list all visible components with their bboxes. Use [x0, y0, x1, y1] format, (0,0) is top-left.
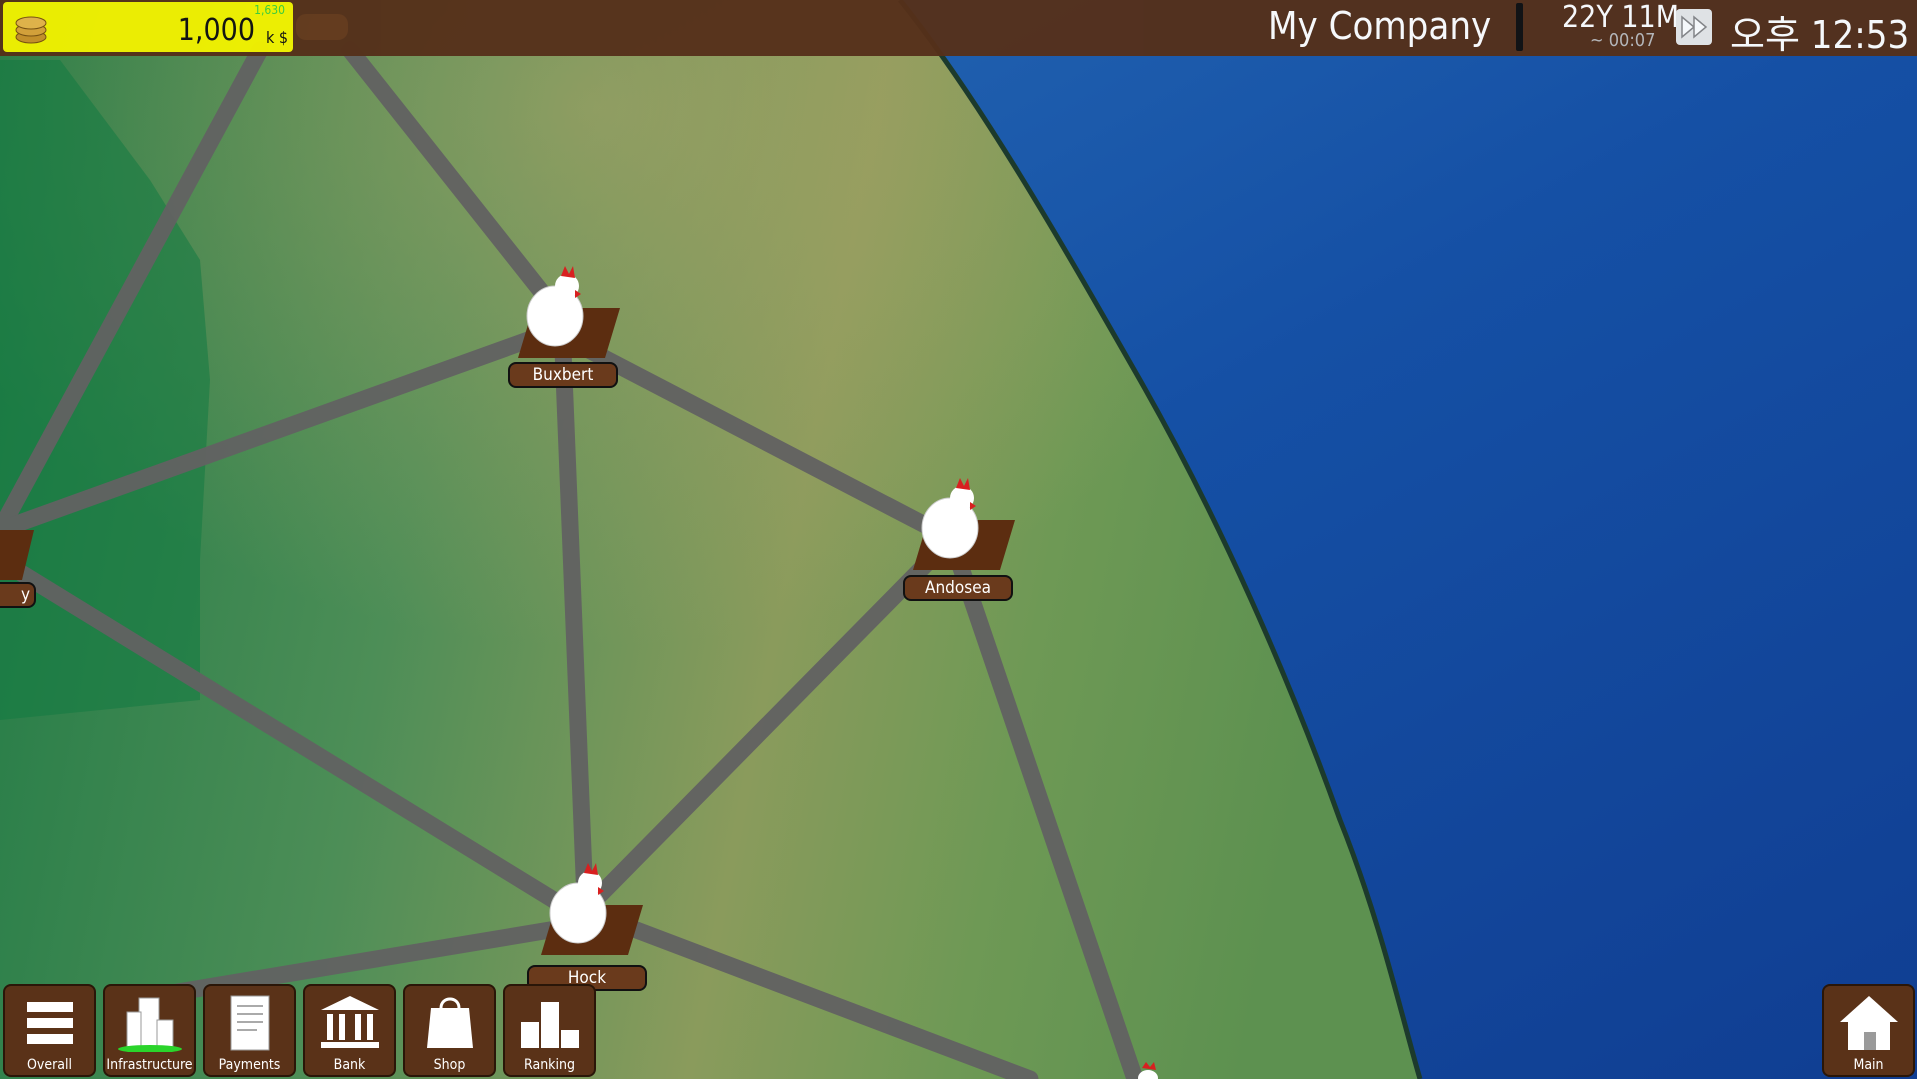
- overall-label: Overall: [26, 1057, 72, 1073]
- shop-button[interactable]: Shop: [403, 984, 496, 1077]
- company-name[interactable]: My Company: [1268, 4, 1491, 48]
- chicken-farm-icon[interactable]: [900, 470, 1020, 578]
- chicken-farm-icon[interactable]: [528, 855, 648, 963]
- main-button[interactable]: Main: [1822, 984, 1915, 1077]
- infrastructure-label: Infrastructure: [106, 1057, 193, 1073]
- money-extra-tab: [296, 14, 348, 40]
- podium-icon: [521, 1002, 579, 1048]
- city-label-andosea[interactable]: Andosea: [903, 575, 1013, 601]
- elapsed-time: ~ 00:07: [1590, 30, 1656, 51]
- bank-button[interactable]: Bank: [303, 984, 396, 1077]
- list-icon: [27, 1002, 73, 1044]
- bank-icon: [321, 996, 379, 1048]
- coin-stack-icon: [15, 16, 47, 44]
- bank-label: Bank: [333, 1057, 366, 1073]
- fast-forward-button[interactable]: [1676, 9, 1712, 45]
- bag-icon: [427, 997, 473, 1048]
- chicken-farm-icon[interactable]: [505, 258, 625, 366]
- payments-button[interactable]: Payments: [203, 984, 296, 1077]
- chicken-partial-icon: [1138, 1062, 1158, 1079]
- money-change: 1,630: [254, 3, 285, 17]
- divider: [1516, 3, 1523, 51]
- ranking-label: Ranking: [524, 1057, 575, 1073]
- city-label-buxbert[interactable]: Buxbert: [508, 362, 618, 388]
- document-icon: [230, 995, 270, 1051]
- top-bar: 1,630 1,000 k $ My Company 22Y 11M ~ 00:…: [0, 0, 1917, 57]
- system-clock: 오후 12:53: [1730, 13, 1910, 57]
- money-display[interactable]: 1,630 1,000 k $: [3, 2, 293, 52]
- payments-label: Payments: [218, 1057, 281, 1073]
- ranking-button[interactable]: Ranking: [503, 984, 596, 1077]
- city-label-partial[interactable]: y: [0, 582, 36, 608]
- buildings-icon: [118, 997, 182, 1052]
- overall-button[interactable]: Overall: [3, 984, 96, 1077]
- home-icon: [1840, 996, 1898, 1050]
- shop-label: Shop: [433, 1057, 466, 1073]
- money-unit: k $: [265, 28, 288, 47]
- farm-plot-icon[interactable]: [0, 525, 40, 585]
- main-label: Main: [1853, 1057, 1884, 1073]
- infrastructure-button[interactable]: Infrastructure: [103, 984, 196, 1077]
- money-value: 1,000: [177, 13, 255, 48]
- fast-forward-icon: [1681, 15, 1708, 39]
